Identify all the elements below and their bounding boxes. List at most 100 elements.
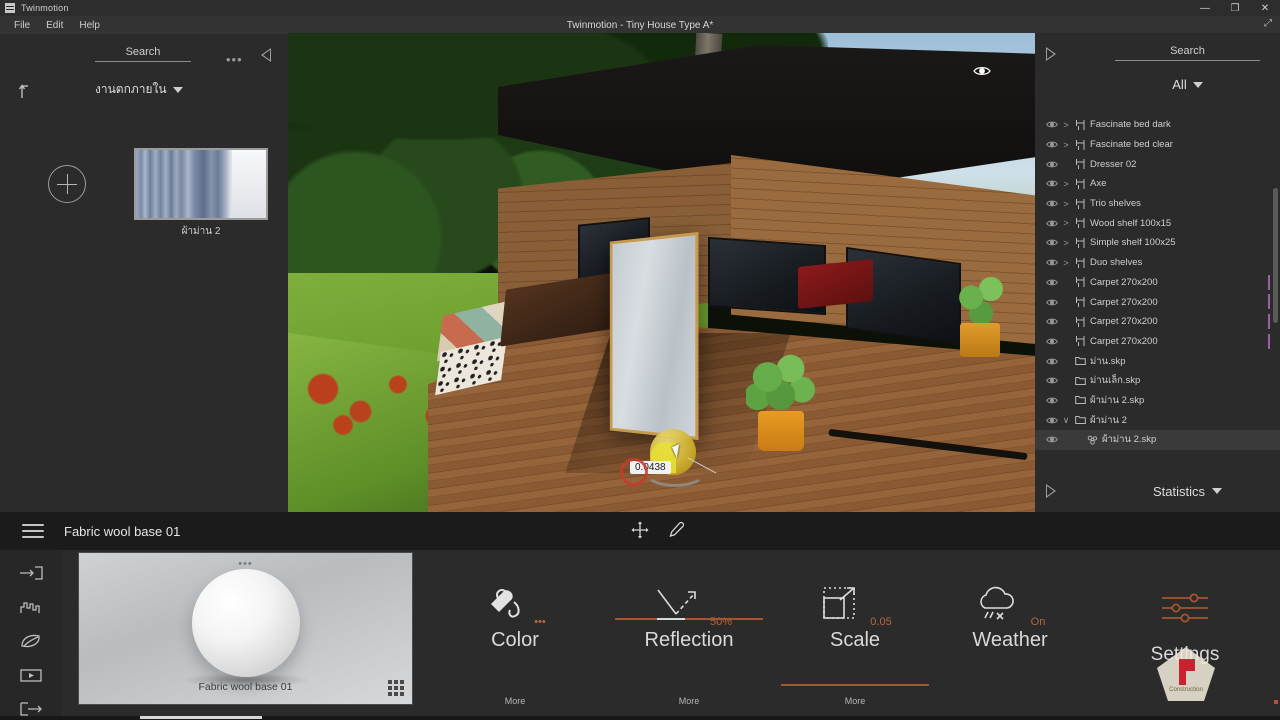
color-more-button[interactable]: More — [440, 696, 590, 706]
property-reflection[interactable]: 50% Reflection — [614, 580, 764, 650]
outliner-expand-button[interactable] — [1045, 47, 1056, 61]
eyedropper-icon[interactable] — [666, 520, 684, 540]
vegetation-icon[interactable] — [18, 632, 44, 650]
library-back-button[interactable] — [16, 78, 40, 102]
visibility-eye-icon[interactable] — [1045, 337, 1059, 346]
outliner-search-row: Search — [1035, 45, 1280, 71]
tree-row-label: Fascinate bed dark — [1090, 119, 1171, 131]
scale-more-button[interactable]: More — [780, 696, 930, 706]
tree-row[interactable]: > Fascinate bed clear — [1035, 135, 1280, 155]
minimize-button[interactable]: — — [1190, 0, 1220, 16]
media-icon[interactable] — [18, 666, 44, 684]
library-search-input[interactable]: Search — [95, 46, 191, 62]
statistics-expand-button[interactable] — [1045, 484, 1056, 498]
scene-tree[interactable]: > Fascinate bed dark > Fascinate bed clear D… — [1035, 115, 1280, 495]
tree-row-label: ม่านเล็ก.skp — [1090, 375, 1141, 387]
tree-row[interactable]: > Fascinate bed dark — [1035, 115, 1280, 135]
object-icon — [1073, 296, 1087, 308]
grid-view-icon[interactable] — [388, 680, 404, 696]
tree-row-label: ผ้าม่าน 2.skp — [1102, 434, 1157, 446]
chevron-right-icon[interactable]: > — [1059, 120, 1073, 130]
visibility-eye-icon[interactable] — [973, 65, 991, 77]
selected-curtain-object[interactable] — [609, 231, 699, 441]
statistics-label: Statistics — [1152, 483, 1205, 499]
tree-row[interactable]: ม่านเล็ก.skp — [1035, 371, 1280, 391]
close-button[interactable]: ✕ — [1250, 0, 1280, 16]
property-scale[interactable]: 0.05 Scale — [780, 580, 930, 686]
visibility-eye-icon[interactable] — [1045, 238, 1059, 247]
import-icon[interactable] — [18, 564, 44, 582]
tree-row[interactable]: ม่าน.skp — [1035, 351, 1280, 371]
tree-row[interactable]: ผ้าม่าน 2.skp — [1035, 391, 1280, 411]
tree-row[interactable]: > Wood shelf 100x15 — [1035, 213, 1280, 233]
tree-row[interactable]: > Duo shelves — [1035, 253, 1280, 273]
visibility-eye-icon[interactable] — [1045, 160, 1059, 169]
tree-row[interactable]: Carpet 270x200 — [1035, 332, 1280, 352]
tree-row[interactable]: Carpet 270x200 — [1035, 292, 1280, 312]
visibility-eye-icon[interactable] — [1045, 140, 1059, 149]
reflection-slider-knob[interactable] — [657, 618, 685, 620]
menu-item-edit[interactable]: Edit — [38, 18, 71, 33]
visibility-eye-icon[interactable] — [1045, 278, 1059, 287]
urban-icon[interactable] — [18, 598, 44, 616]
outliner-search-input[interactable]: Search — [1115, 45, 1260, 61]
visibility-eye-icon[interactable] — [1045, 219, 1059, 228]
visibility-eye-icon[interactable] — [1045, 298, 1059, 307]
chevron-right-icon[interactable]: > — [1059, 238, 1073, 248]
maximize-button[interactable]: ❐ — [1220, 0, 1250, 16]
red-sofa — [798, 259, 873, 309]
outliner-filter-dropdown[interactable]: All — [1115, 77, 1260, 92]
visibility-eye-icon[interactable] — [1045, 376, 1059, 385]
material-preview[interactable]: ••• Fabric wool base 01 — [78, 552, 413, 705]
menu-item-help[interactable]: Help — [71, 18, 108, 33]
statistics-dropdown[interactable]: Statistics — [1115, 470, 1260, 512]
3d-viewport[interactable]: 0.0438 — [288, 33, 1035, 512]
statistics-bar[interactable]: Statistics — [1035, 470, 1280, 512]
tree-row[interactable]: > Axe — [1035, 174, 1280, 194]
library-category-dropdown[interactable]: งานตกภายใน — [95, 80, 183, 99]
visibility-eye-icon[interactable] — [1045, 416, 1059, 425]
tree-row[interactable]: Dresser 02 — [1035, 154, 1280, 174]
material-indicator — [1268, 333, 1270, 349]
visibility-eye-icon[interactable] — [1045, 179, 1059, 188]
library-more-options-button[interactable]: ••• — [226, 52, 243, 67]
property-color[interactable]: ••• Color — [440, 580, 590, 650]
outliner-search-underline — [1115, 60, 1260, 61]
outliner-scrollbar[interactable] — [1273, 188, 1278, 323]
tree-row[interactable]: > Trio shelves — [1035, 194, 1280, 214]
move-gizmo-icon[interactable] — [630, 520, 650, 540]
visibility-eye-icon[interactable] — [1045, 396, 1059, 405]
chevron-right-icon[interactable]: > — [1059, 140, 1073, 150]
add-asset-button[interactable] — [48, 165, 86, 203]
restore-down-icon[interactable]: ⤢ — [1264, 18, 1272, 29]
visibility-eye-icon[interactable] — [1045, 357, 1059, 366]
scale-gizmo[interactable]: 0.0438 — [620, 421, 750, 511]
visibility-eye-icon[interactable] — [1045, 317, 1059, 326]
chevron-right-icon[interactable]: > — [1059, 179, 1073, 189]
menu-item-file[interactable]: File — [6, 18, 38, 33]
chevron-right-icon[interactable]: > — [1059, 258, 1073, 268]
tree-row[interactable]: ∨ ผ้าม่าน 2 — [1035, 410, 1280, 430]
visibility-eye-icon[interactable] — [1045, 258, 1059, 267]
taskbar-active-item[interactable] — [140, 716, 262, 719]
dock-menu-button[interactable] — [22, 520, 44, 542]
scale-slider[interactable] — [781, 684, 929, 686]
tree-row[interactable]: Carpet 270x200 — [1035, 273, 1280, 293]
chevron-down-icon[interactable]: ∨ — [1059, 415, 1073, 426]
weather-value: On — [1030, 616, 1046, 628]
reflection-more-button[interactable]: More — [614, 696, 764, 706]
chevron-right-icon[interactable]: > — [1059, 218, 1073, 228]
window-title-bar: Twinmotion — ❐ ✕ — [0, 0, 1280, 16]
chevron-right-icon[interactable]: > — [1059, 199, 1073, 209]
property-weather[interactable]: On Weather — [935, 580, 1085, 650]
reflection-slider[interactable] — [615, 618, 763, 620]
library-asset-thumbnail[interactable] — [134, 148, 268, 220]
library-collapse-button[interactable] — [261, 48, 275, 66]
weather-title: Weather — [972, 629, 1048, 651]
tree-row[interactable]: Carpet 270x200 — [1035, 312, 1280, 332]
visibility-eye-icon[interactable] — [1045, 120, 1059, 129]
visibility-eye-icon[interactable] — [1045, 435, 1059, 444]
tree-row[interactable]: > Simple shelf 100x25 — [1035, 233, 1280, 253]
tree-row[interactable]: ผ้าม่าน 2.skp — [1035, 430, 1280, 450]
visibility-eye-icon[interactable] — [1045, 199, 1059, 208]
